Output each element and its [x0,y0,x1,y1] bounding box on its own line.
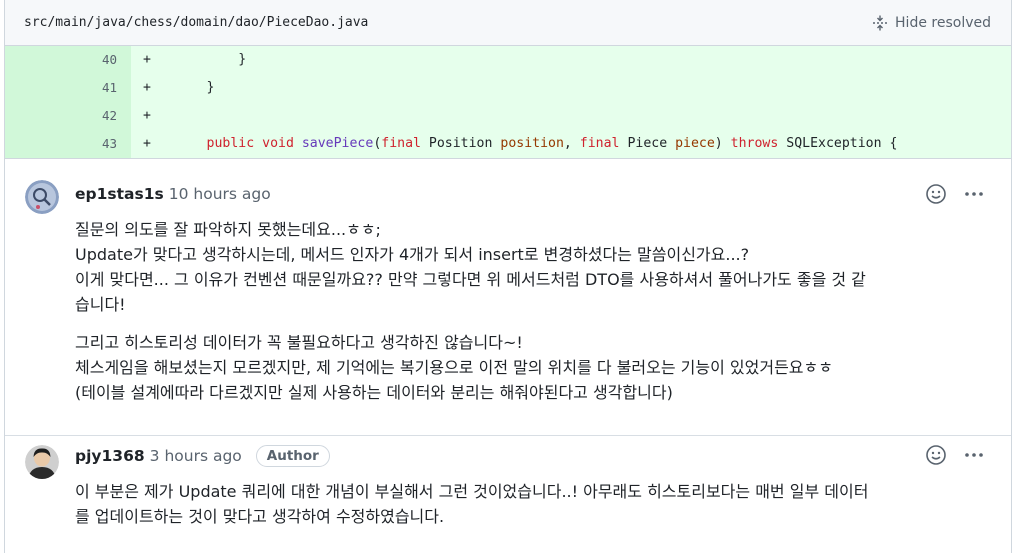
comment: ep1stas1s 10 hours ago 질문의 의도를 잘 파악하지 못했… [5,159,1011,436]
diff-marker: + [143,52,175,67]
code-token: piece [675,136,715,151]
code-token: throws [730,136,779,151]
code-line: + [131,102,1011,130]
line-number[interactable]: 43 [5,130,131,158]
code-token: savePiece [301,136,374,151]
comment-line: 습니다! [75,295,126,314]
code-token: void [262,136,294,151]
comment-line: 이게 맞다면... 그 이유가 컨벤션 때문일까요?? 만약 그렇다면 위 메서… [75,270,866,289]
diff-block: 40 + } 41 + } 42 + 43 + public void save… [5,46,1011,158]
line-number[interactable]: 40 [5,46,131,74]
author-badge: Author [255,445,330,467]
code-token: final [579,136,620,151]
comment-body: 이 부분은 제가 Update 쿼리에 대한 개념이 부실해서 그런 것이었습니… [75,479,1011,529]
hide-resolved-label: Hide resolved [895,14,991,31]
comment-line: 이 부분은 제가 Update 쿼리에 대한 개념이 부실해서 그런 것이었습니… [75,482,869,501]
hide-resolved-button[interactable]: Hide resolved [872,15,991,31]
diff-line: 40 + } [5,46,1011,74]
timestamp[interactable]: 10 hours ago [169,185,271,203]
comment-line: 그리고 히스토리성 데이터가 꼭 불필요하다고 생각하진 않습니다~! [75,333,523,352]
file-path[interactable]: src/main/java/chess/domain/dao/PieceDao.… [24,15,368,30]
file-header: src/main/java/chess/domain/dao/PieceDao.… [5,0,1011,46]
comment-header: pjy1368 3 hours ago Author [75,436,1011,467]
code-token: SQLException { [778,136,898,151]
diff-marker: + [143,136,175,151]
comment-line: (테이블 설계에따라 다르겠지만 실제 사용하는 데이터와 분리는 해줘야된다고… [75,383,673,402]
timestamp[interactable]: 3 hours ago [150,447,242,465]
comment-line: 질문의 의도를 잘 파악하지 못했는데요...ㅎㅎ; [75,220,381,239]
code-line: + } [131,74,1011,102]
unfold-icon [873,15,888,30]
line-number[interactable]: 42 [5,102,131,130]
kebab-horizontal-icon[interactable] [963,183,985,205]
line-number[interactable]: 41 [5,74,131,102]
code-token: Position [420,136,501,151]
code-token: ) [714,136,731,151]
comment: pjy1368 3 hours ago Author 이 부분은 제가 Upda… [5,436,1011,556]
code-text: } [174,80,215,95]
comment-line: Update가 맞다고 생각하시는데, 메서드 인자가 4개가 되서 inser… [75,245,750,264]
code-text: public void savePiece(final Position pos… [175,136,898,151]
diff-line: 41 + } [5,74,1011,102]
comment-body: 질문의 의도를 잘 파악하지 못했는데요...ㅎㅎ; Update가 맞다고 생… [75,217,1011,405]
code-token: Piece [619,136,676,151]
code-line: + public void savePiece(final Position p… [131,130,1011,158]
author-name[interactable]: pjy1368 [75,447,145,465]
code-token: , [563,136,580,151]
avatar-image [25,445,59,479]
comment-line: 체스게임을 해보셨는지 모르겠지만, 제 기억에는 복기용으로 이전 말의 위치… [75,358,833,377]
code-token: public [206,136,255,151]
diff-marker: + [143,80,175,95]
code-line: + } [131,46,1011,74]
review-thread-panel: src/main/java/chess/domain/dao/PieceDao.… [4,0,1012,553]
author-name[interactable]: ep1stas1s [75,185,164,203]
comment-line: 를 업데이트하는 것이 맞다고 생각하여 수정하였습니다. [75,507,445,526]
code-token: final [381,136,421,151]
code-token: position [500,136,564,151]
diff-line: 42 + [5,102,1011,130]
diff-marker: + [143,108,175,123]
diff-line: 43 + public void savePiece(final Positio… [5,130,1011,158]
smiley-icon[interactable] [925,444,947,466]
smiley-icon[interactable] [925,183,947,205]
avatar-image [25,180,59,214]
comment-actions [925,183,985,205]
avatar[interactable] [25,445,59,479]
comment-list: ep1stas1s 10 hours ago 질문의 의도를 잘 파악하지 못했… [5,158,1011,556]
comment-actions [925,444,985,466]
comment-header: ep1stas1s 10 hours ago [75,159,1011,203]
code-text: } [174,52,247,67]
kebab-horizontal-icon[interactable] [963,444,985,466]
avatar[interactable] [25,180,59,214]
